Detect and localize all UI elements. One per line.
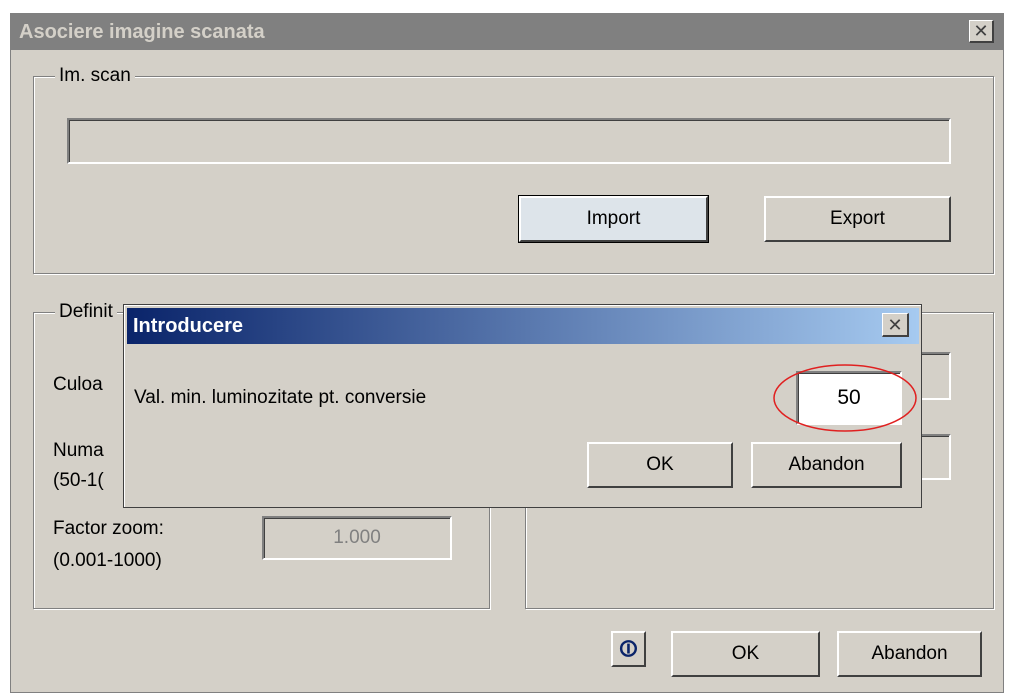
color-label: Culoa	[53, 374, 103, 395]
info-icon[interactable]: ⏼	[611, 631, 646, 667]
zoom-label: Factor zoom:	[53, 518, 164, 539]
main-ok-button[interactable]: OK	[671, 631, 820, 677]
zoom-range-label: (0.001-1000)	[53, 550, 162, 571]
highlight-ellipse	[773, 364, 917, 432]
export-button[interactable]: Export	[764, 196, 951, 242]
scan-path-field[interactable]	[67, 118, 951, 164]
dialog-ok-button[interactable]: OK	[587, 442, 733, 488]
scan-group-legend: Im. scan	[55, 65, 135, 87]
zoom-input[interactable]: 1.000	[262, 516, 452, 560]
dialog-prompt-label: Val. min. luminozitate pt. conversie	[134, 387, 427, 408]
input-dialog: Introducere ✕ Val. min. luminozitate pt.…	[123, 304, 922, 508]
import-button[interactable]: Import	[518, 195, 709, 243]
definition-group-legend: Definit	[55, 301, 117, 323]
close-icon[interactable]: ✕	[969, 20, 994, 43]
dialog-cancel-button[interactable]: Abandon	[751, 442, 902, 488]
dialog-title: Introducere	[127, 308, 919, 344]
number-range-label: (50-1(	[53, 470, 104, 491]
main-cancel-button[interactable]: Abandon	[837, 631, 982, 677]
scan-groupbox	[33, 76, 994, 274]
number-label: Numa	[53, 440, 104, 461]
main-window-title: Asociere imagine scanata	[11, 14, 1003, 50]
dialog-close-icon[interactable]: ✕	[882, 313, 909, 337]
